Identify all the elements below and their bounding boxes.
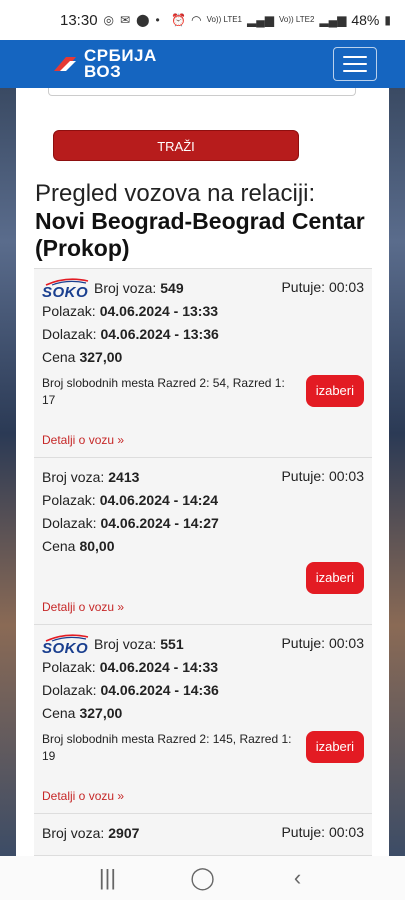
hamburger-line bbox=[343, 63, 367, 65]
travel-time: Putuje: 00:03 bbox=[281, 635, 364, 651]
train-number-label: Broj voza: bbox=[94, 280, 157, 296]
price-label: Cena bbox=[42, 349, 76, 365]
soko-logo: SOKO bbox=[42, 277, 90, 301]
arrival-label: Dolazak: bbox=[42, 515, 97, 531]
menu-button[interactable] bbox=[333, 47, 377, 81]
dot-icon: • bbox=[155, 13, 160, 27]
select-button[interactable]: izaberi bbox=[305, 731, 364, 763]
travel-time: Putuje: 00:03 bbox=[281, 279, 364, 295]
train-card: Putuje: 00:03 Broj voza: 2413 Polazak: 0… bbox=[34, 458, 372, 625]
travel-time: Putuje: 00:03 bbox=[281, 468, 364, 484]
search-field[interactable] bbox=[48, 88, 356, 96]
site-header: СРБИЈА ВОЗ bbox=[0, 40, 405, 88]
heading-line1: Pregled vozova na relaciji: bbox=[35, 180, 316, 207]
departure-label: Polazak: bbox=[42, 303, 96, 319]
heading-route: Novi Beograd-Beograd Centar (Prokop) bbox=[35, 208, 365, 261]
signal-icon: ▂▄▆ bbox=[247, 13, 274, 27]
battery-icon: ▮ bbox=[384, 13, 391, 27]
mail-icon: ✉ bbox=[120, 13, 131, 27]
train-card: Putuje: 00:03 Broj voza: 2907 bbox=[34, 814, 372, 856]
departure-value: 04.06.2024 - 13:33 bbox=[99, 303, 219, 319]
travel-label: Putuje: bbox=[281, 279, 326, 295]
travel-label: Putuje: bbox=[281, 468, 326, 484]
train-details-link[interactable]: Detalji o vozu » bbox=[42, 600, 364, 614]
logo-line2: ВОЗ bbox=[84, 62, 122, 81]
train-list: Putuje: 00:03 SOKO Broj voza: 549 Polaza… bbox=[34, 268, 372, 856]
arrival-value: 04.06.2024 - 14:36 bbox=[100, 682, 219, 698]
status-bar: 13:30 ◎ ✉ ⬤ • ⏰ ◠ Vo)) LTE1 ▂▄▆ Vo)) LTE… bbox=[0, 0, 405, 40]
search-button[interactable]: TRAŽI bbox=[53, 130, 299, 161]
sim1-label: Vo)) LTE1 bbox=[206, 15, 242, 24]
travel-value: 00:03 bbox=[328, 635, 364, 651]
soko-text: SOKO bbox=[42, 639, 89, 657]
price-value: 327,00 bbox=[79, 705, 123, 721]
arrival-value: 04.06.2024 - 13:36 bbox=[100, 326, 219, 342]
train-number: 2413 bbox=[108, 469, 140, 485]
arrival-label: Dolazak: bbox=[42, 682, 97, 698]
travel-label: Putuje: bbox=[281, 635, 326, 651]
train-number-label: Broj voza: bbox=[94, 636, 157, 652]
soko-logo: SOKO bbox=[42, 633, 90, 657]
departure-value: 04.06.2024 - 14:33 bbox=[99, 659, 219, 675]
logo-mark-icon bbox=[54, 57, 76, 71]
recent-apps-icon[interactable]: ||| bbox=[93, 865, 123, 891]
price-label: Cena bbox=[42, 538, 76, 554]
arrival-value: 04.06.2024 - 14:27 bbox=[100, 515, 219, 531]
back-icon[interactable]: ‹ bbox=[283, 865, 313, 891]
sim2-label: Vo)) LTE2 bbox=[278, 15, 315, 24]
train-details-link[interactable]: Detalji o vozu » bbox=[42, 433, 364, 447]
results-heading: Pregled vozova na relaciji: Novi Beograd… bbox=[35, 180, 375, 262]
system-nav-bar: ||| ◯ ‹ bbox=[0, 856, 405, 900]
train-number: 549 bbox=[160, 280, 184, 296]
travel-value: 00:03 bbox=[328, 279, 364, 295]
home-icon[interactable]: ◯ bbox=[188, 865, 218, 891]
signal-icon: ▂▄▆ bbox=[319, 13, 347, 27]
price-value: 80,00 bbox=[79, 538, 115, 554]
free-seats: Broj slobodnih mesta Razred 2: 145, Razr… bbox=[42, 732, 292, 763]
travel-time: Putuje: 00:03 bbox=[281, 824, 364, 840]
price-label: Cena bbox=[42, 705, 76, 721]
main-content: TRAŽI Pregled vozova na relaciji: Novi B… bbox=[16, 88, 389, 856]
departure-label: Polazak: bbox=[42, 659, 96, 675]
train-number-label: Broj voza: bbox=[42, 469, 105, 485]
hamburger-line bbox=[343, 70, 367, 72]
departure-value: 04.06.2024 - 14:24 bbox=[99, 492, 219, 508]
soko-text: SOKO bbox=[42, 283, 89, 301]
train-details-link[interactable]: Detalji o vozu » bbox=[42, 789, 364, 803]
train-number: 551 bbox=[160, 636, 184, 652]
travel-label: Putuje: bbox=[281, 824, 326, 840]
select-button[interactable]: izaberi bbox=[305, 375, 364, 407]
battery-level: 48% bbox=[351, 12, 380, 28]
price-value: 327,00 bbox=[79, 349, 123, 365]
viber-icon: ◎ bbox=[103, 13, 115, 27]
wifi-icon: ◠ bbox=[191, 13, 202, 27]
clock: 13:30 bbox=[60, 11, 98, 29]
alarm-icon: ⏰ bbox=[171, 13, 187, 27]
hamburger-icon bbox=[343, 56, 367, 58]
travel-value: 00:03 bbox=[328, 468, 364, 484]
free-seats: Broj slobodnih mesta Razred 2: 54, Razre… bbox=[42, 376, 285, 407]
train-number-label: Broj voza: bbox=[42, 825, 105, 841]
train-card: Putuje: 00:03 SOKO Broj voza: 549 Polaza… bbox=[34, 268, 372, 458]
location-icon: ⬤ bbox=[136, 13, 150, 27]
arrival-label: Dolazak: bbox=[42, 326, 97, 342]
travel-value: 00:03 bbox=[328, 824, 364, 840]
train-card: Putuje: 00:03 SOKO Broj voza: 551 Polaza… bbox=[34, 625, 372, 814]
select-button[interactable]: izaberi bbox=[305, 562, 364, 594]
departure-label: Polazak: bbox=[42, 492, 96, 508]
train-number: 2907 bbox=[108, 825, 140, 841]
logo[interactable]: СРБИЈА ВОЗ bbox=[52, 47, 157, 81]
